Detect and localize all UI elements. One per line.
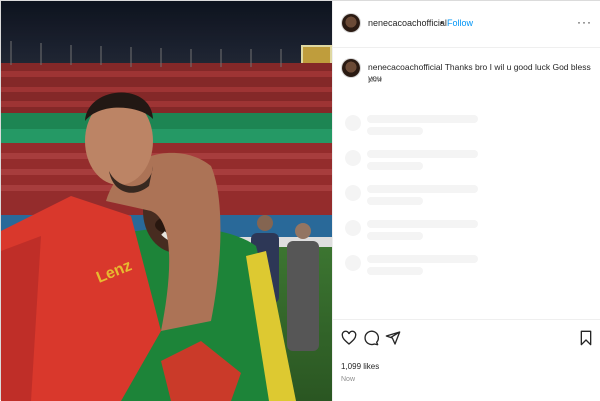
skeleton-avatar [345,185,361,201]
caption-avatar[interactable] [342,59,360,77]
skeleton-line [367,232,423,240]
share-icon[interactable] [385,330,401,346]
bookmark-icon[interactable] [578,330,594,346]
skeleton-line [367,150,478,158]
heart-icon[interactable] [341,330,357,346]
stadium-photo-illustration: Lenz [1,1,332,401]
instagram-post: Lenz nenecacoachofficial • Follow ··· ne… [0,0,600,401]
skeleton-row [345,216,585,246]
separator-dot: • [440,18,444,28]
skeleton-avatar [345,255,361,271]
post-timestamp: Now [341,376,356,383]
skeleton-row [345,251,585,281]
skeleton-avatar [345,115,361,131]
post-photo[interactable]: Lenz [1,1,332,401]
follow-button[interactable]: Follow [447,18,473,28]
caption-timestamp: Now [368,77,383,84]
skeleton-avatar [345,150,361,166]
author-avatar[interactable] [342,14,360,32]
post-header: nenecacoachofficial • Follow ··· [333,1,600,48]
skeleton-row [345,181,585,211]
caption-text-block: nenecacoachofficial Thanks bro I wil u g… [368,62,596,84]
post-actions: 1,099 likes Now [333,319,600,401]
skeleton-line [367,220,478,228]
comment-icon[interactable] [363,330,379,346]
caption-username[interactable]: nenecacoachofficial [368,62,443,72]
post-side-panel: nenecacoachofficial • Follow ··· nenecac… [332,1,600,401]
more-options-icon[interactable]: ··· [577,15,592,29]
likes-count[interactable]: 1,099 likes [341,362,379,371]
skeleton-line [367,115,478,123]
skeleton-line [367,255,478,263]
skeleton-line [367,162,423,170]
author-username[interactable]: nenecacoachofficial [368,18,447,28]
skeleton-avatar [345,220,361,236]
skeleton-line [367,267,423,275]
skeleton-row [345,146,585,176]
skeleton-row [345,111,585,141]
skeleton-line [367,185,478,193]
skeleton-line [367,127,423,135]
skeleton-line [367,197,423,205]
